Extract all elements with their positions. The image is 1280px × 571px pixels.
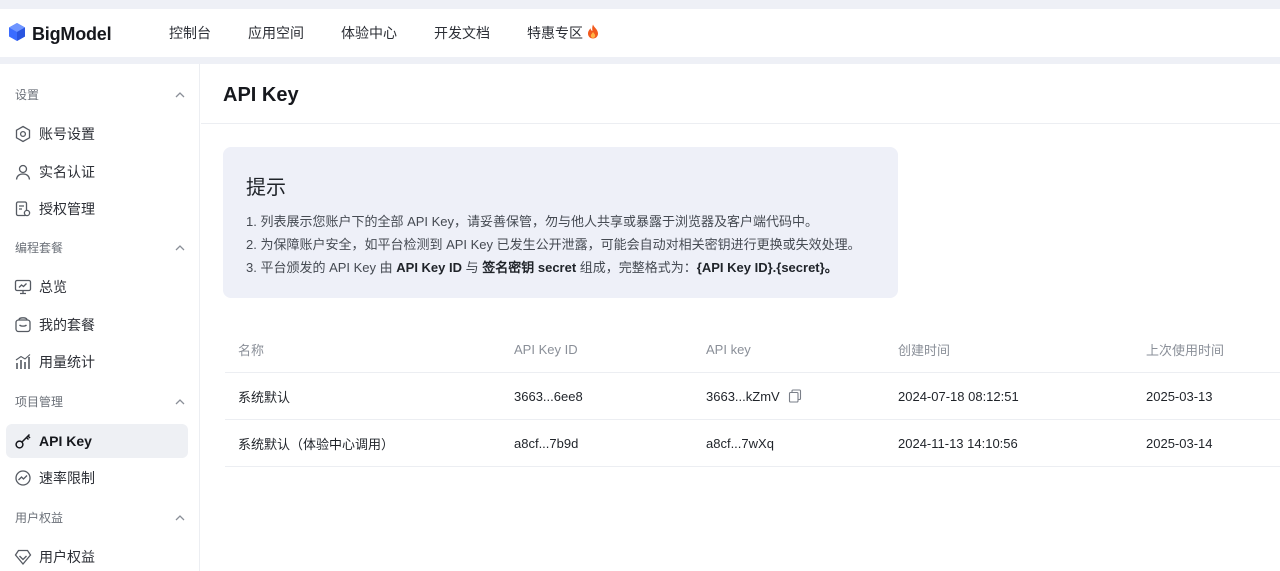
sidebar-item-authorization[interactable]: 授权管理 <box>6 192 188 226</box>
sidebar-group-coding-plan[interactable]: 编程套餐 <box>15 237 185 257</box>
nav-special-offers[interactable]: 特惠专区 <box>527 23 599 43</box>
chevron-up-icon <box>175 238 185 256</box>
column-header-created: 创建时间 <box>898 343 951 358</box>
sidebar-item-label: 账号设置 <box>39 126 95 142</box>
tip-line-3-bold: API Key ID <box>396 260 463 275</box>
cell-created: 2024-11-13 14:10:56 <box>898 435 1018 451</box>
sidebar-item-user-benefits[interactable]: 用户权益 <box>6 540 188 571</box>
sidebar-item-label: 我的套餐 <box>39 317 95 333</box>
main-content: API Key 提示 1. 列表展示您账户下的全部 API Key，请妥善保管，… <box>201 64 1280 571</box>
top-strip <box>0 0 1280 9</box>
sidebar-item-label: 实名认证 <box>39 164 95 180</box>
tip-line-2: 2. 为保障账户安全，如平台检测到 API Key 已发生公开泄露，可能会自动对… <box>246 237 861 252</box>
nav-console[interactable]: 控制台 <box>169 23 211 43</box>
page-title: API Key <box>223 84 299 106</box>
cell-api-key: a8cf...7wXq <box>706 435 774 451</box>
table-row[interactable]: 系统默认（体验中心调用） a8cf...7b9d a8cf...7wXq 202… <box>225 420 1280 467</box>
sidebar-item-label: 总览 <box>39 279 67 295</box>
cell-last-used: 2025-03-14 <box>1146 435 1213 451</box>
nav-app-space[interactable]: 应用空间 <box>248 23 304 43</box>
account-settings-icon <box>13 124 33 144</box>
column-header-api-key: API key <box>706 342 751 357</box>
sidebar-item-real-name[interactable]: 实名认证 <box>6 155 188 189</box>
sidebar-group-project-mgmt[interactable]: 项目管理 <box>15 391 185 411</box>
table-row[interactable]: 系统默认 3663...6ee8 3663...kZmV 2024-07-18 … <box>225 373 1280 420</box>
tip-title: 提示 <box>246 177 286 199</box>
cell-last-used: 2025-03-13 <box>1146 388 1213 404</box>
package-icon <box>13 315 33 335</box>
cell-created: 2024-07-18 08:12:51 <box>898 388 1019 404</box>
sidebar-group-title: 编程套餐 <box>15 240 64 255</box>
cell-key-id: a8cf...7b9d <box>514 435 579 451</box>
nav-special-offers-label: 特惠专区 <box>527 25 583 41</box>
cell-api-key: 3663...kZmV <box>706 373 802 419</box>
brand-logo[interactable]: BigModel <box>8 22 112 47</box>
cell-key-id: 3663...6ee8 <box>514 388 583 404</box>
cell-name: 系统默认 <box>238 389 291 405</box>
sidebar-item-overview[interactable]: 总览 <box>6 270 188 304</box>
sidebar-group-title: 项目管理 <box>15 394 64 409</box>
api-key-table: 名称 API Key ID API key 创建时间 上次使用时间 系统默认 3… <box>225 327 1280 467</box>
tip-line-1: 1. 列表展示您账户下的全部 API Key，请妥善保管，勿与他人共享或暴露于浏… <box>246 214 819 229</box>
sidebar-item-label: 速率限制 <box>39 470 95 486</box>
chevron-up-icon <box>175 85 185 103</box>
sidebar-item-rate-limit[interactable]: 速率限制 <box>6 461 188 495</box>
cell-name: 系统默认（体验中心调用） <box>238 436 395 452</box>
table-header: 名称 API Key ID API key 创建时间 上次使用时间 <box>225 327 1280 373</box>
brand-name: BigModel <box>32 24 112 44</box>
authorization-icon <box>13 199 33 219</box>
tip-line-3-text: 3. 平台颁发的 API Key 由 <box>246 260 397 275</box>
chevron-up-icon <box>175 392 185 410</box>
tip-box: 提示 1. 列表展示您账户下的全部 API Key，请妥善保管，勿与他人共享或暴… <box>223 147 898 298</box>
diamond-icon <box>13 547 33 567</box>
tip-line-3: 3. 平台颁发的 API Key 由 API Key ID 与 签名密钥 sec… <box>246 257 838 276</box>
fire-icon <box>587 24 599 42</box>
bar-chart-icon <box>13 352 33 372</box>
key-icon <box>13 431 33 451</box>
tip-line-3-text: 与 <box>462 260 483 275</box>
sidebar-item-account-settings[interactable]: 账号设置 <box>6 117 188 151</box>
sidebar-item-label: 用户权益 <box>39 549 95 565</box>
sidebar-group-user-benefits[interactable]: 用户权益 <box>15 507 185 527</box>
brand-logo-icon <box>8 22 26 47</box>
tip-line-3-bold: {API Key ID}.{secret}。 <box>696 260 838 275</box>
monitor-icon <box>13 277 33 297</box>
api-key-value: 3663...kZmV <box>706 388 780 404</box>
column-header-key-id: API Key ID <box>514 342 578 357</box>
copy-icon[interactable] <box>788 389 802 403</box>
sidebar-item-my-plan[interactable]: 我的套餐 <box>6 308 188 342</box>
sidebar-item-usage-stats[interactable]: 用量统计 <box>6 345 188 379</box>
sidebar-group-settings[interactable]: 设置 <box>15 84 185 104</box>
top-navbar: BigModel 控制台 应用空间 体验中心 开发文档 特惠专区 <box>0 9 1280 57</box>
sidebar-item-label: 授权管理 <box>39 201 95 217</box>
user-icon <box>13 162 33 182</box>
tip-line-3-bold: 签名密钥 secret <box>482 260 577 275</box>
column-header-last-used: 上次使用时间 <box>1146 343 1225 358</box>
sidebar-item-label: 用量统计 <box>39 354 95 370</box>
speedometer-icon <box>13 468 33 488</box>
sidebar-item-label: API Key <box>39 433 92 449</box>
tip-line-3-text: 组成，完整格式为： <box>576 260 697 275</box>
header-band <box>0 57 1280 64</box>
nav-experience-center[interactable]: 体验中心 <box>341 23 397 43</box>
chevron-up-icon <box>175 508 185 526</box>
sidebar-group-title: 设置 <box>15 87 40 102</box>
sidebar-group-title: 用户权益 <box>15 510 64 525</box>
column-header-name: 名称 <box>238 343 265 358</box>
sidebar: 设置 账号设置 实名认证 授权管理 编程套餐 总览 我的套餐 用量统计 项目管理… <box>0 64 200 571</box>
main-nav: 控制台 应用空间 体验中心 开发文档 特惠专区 <box>169 9 636 57</box>
sidebar-item-api-key[interactable]: API Key <box>6 424 188 458</box>
title-divider <box>201 123 1280 124</box>
nav-dev-docs[interactable]: 开发文档 <box>434 23 490 43</box>
